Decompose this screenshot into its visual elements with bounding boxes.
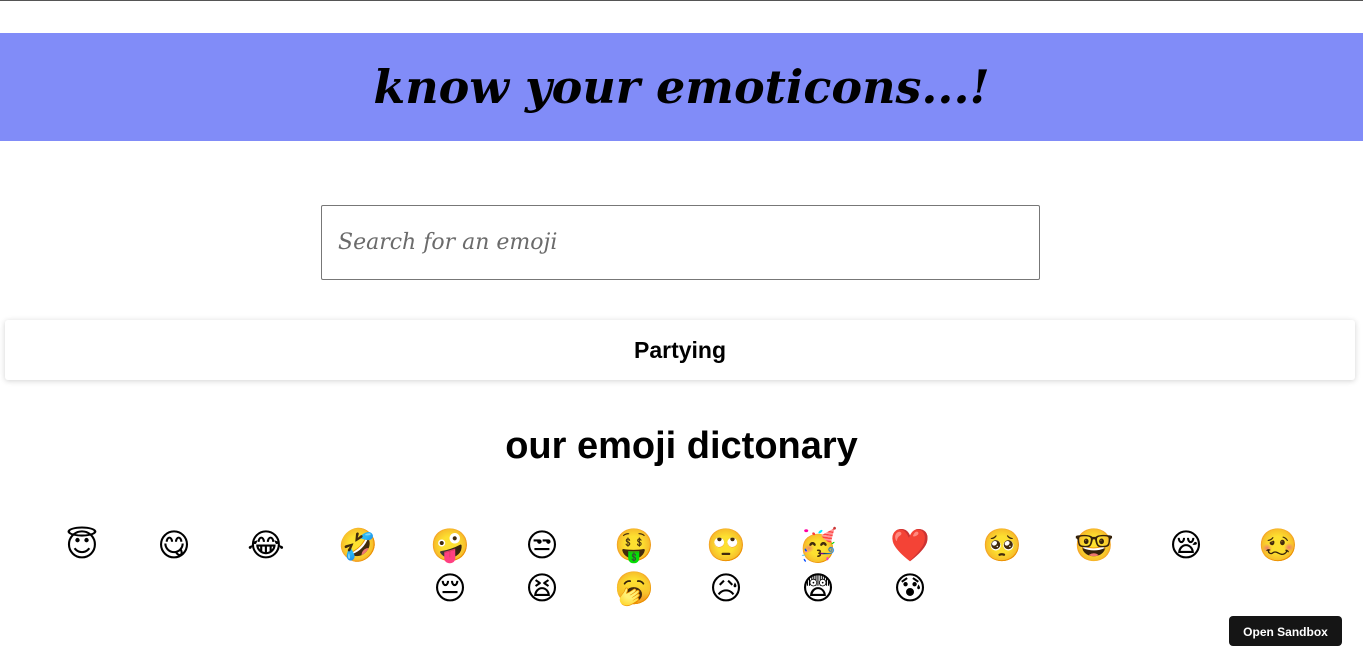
app-header: know your emoticons...! — [0, 33, 1363, 141]
emoji-item[interactable]: 😔 — [430, 568, 470, 608]
emoji-item[interactable]: 😇 — [62, 525, 102, 565]
emoji-item[interactable]: ❤️ — [890, 525, 930, 565]
emoji-item[interactable]: 🥱 — [614, 568, 654, 608]
emoji-item[interactable]: 🤑 — [614, 525, 654, 565]
top-border — [0, 0, 1363, 1]
emoji-item[interactable]: 😰 — [890, 568, 930, 608]
emoji-item[interactable]: 😪 — [1166, 525, 1206, 565]
emoji-item[interactable]: 🥺 — [982, 525, 1022, 565]
emoji-item[interactable]: 🥳 — [798, 525, 838, 565]
emoji-item[interactable]: 🙄 — [706, 525, 746, 565]
emoji-meaning-text: Partying — [633, 336, 727, 363]
dictionary-title: our emoji dictonary — [505, 425, 858, 467]
emoji-meaning-output: Partying — [5, 320, 1355, 380]
emoji-item[interactable]: 🥴 — [1258, 525, 1298, 565]
emoji-item[interactable]: 😂 — [246, 525, 286, 565]
emoji-item[interactable]: 😥 — [706, 568, 746, 608]
emoji-item[interactable]: 🤪 — [430, 525, 470, 565]
emoji-item[interactable]: 😒 — [522, 525, 562, 565]
emoji-item[interactable]: 😨 — [798, 568, 838, 608]
app-title: know your emoticons...! — [373, 60, 990, 114]
emoji-item[interactable]: 🤓 — [1074, 525, 1114, 565]
emoji-search-input[interactable] — [321, 205, 1040, 280]
open-sandbox-button[interactable]: Open Sandbox — [1229, 616, 1342, 646]
emoji-item[interactable]: 🤣 — [338, 525, 378, 565]
emoji-item[interactable]: 😋 — [154, 525, 194, 565]
emoji-item[interactable]: 😫 — [522, 568, 562, 608]
